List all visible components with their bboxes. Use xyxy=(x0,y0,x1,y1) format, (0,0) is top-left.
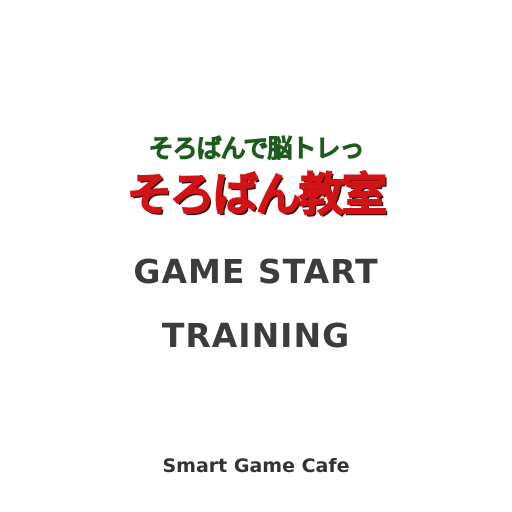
game-title: そろばん教室 xyxy=(126,167,388,222)
developer-brand: Smart Game Cafe xyxy=(162,455,350,477)
title-screen: そろばんで脳トレっ そろばん教室 GAME START TRAINING Sma… xyxy=(0,0,512,512)
training-button[interactable]: TRAINING xyxy=(0,316,512,356)
game-start-button[interactable]: GAME START xyxy=(0,252,512,292)
game-subtitle: そろばんで脳トレっ xyxy=(148,134,365,164)
